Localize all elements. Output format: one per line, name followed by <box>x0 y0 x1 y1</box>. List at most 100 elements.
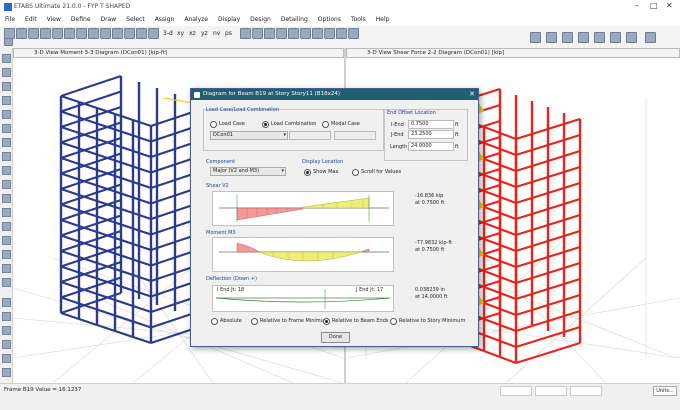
redo-icon[interactable] <box>52 28 63 39</box>
load-case-radio[interactable] <box>210 121 217 128</box>
view-options-icon[interactable] <box>252 28 263 39</box>
status-coord-box[interactable] <box>570 386 602 396</box>
undo-icon[interactable] <box>40 28 51 39</box>
draw-slab-icon[interactable] <box>610 32 621 43</box>
units-button[interactable]: Units... <box>653 386 677 396</box>
i-end-field[interactable]: 0.7500 <box>408 120 454 129</box>
done-button[interactable]: Done <box>321 332 350 343</box>
j-end-field[interactable]: 23.2500 <box>408 130 454 139</box>
view-3d-button[interactable]: 3-d <box>163 30 173 37</box>
show-max-radio[interactable] <box>304 169 311 176</box>
draw-dimension-icon[interactable] <box>2 180 11 189</box>
run-analysis-icon[interactable] <box>88 28 99 39</box>
snap-icon[interactable] <box>2 354 11 363</box>
menu-design[interactable]: Design <box>245 14 276 25</box>
save-icon[interactable] <box>28 28 39 39</box>
modal-case-radio[interactable] <box>322 121 329 128</box>
zoom-out-icon[interactable] <box>112 28 123 39</box>
draw-frame-icon[interactable] <box>530 32 541 43</box>
draw-opening-tool-icon[interactable] <box>2 236 11 245</box>
relative-frame-min-radio[interactable] <box>251 318 258 325</box>
menu-options[interactable]: Options <box>313 14 346 25</box>
show-forces-icon[interactable] <box>312 28 323 39</box>
status-story-box[interactable] <box>500 386 532 396</box>
draw-area-icon[interactable] <box>2 152 11 161</box>
quick-draw-icon[interactable] <box>2 138 11 147</box>
view-xy-button[interactable]: xy <box>177 30 184 37</box>
menu-define[interactable]: Define <box>66 14 96 25</box>
snap-options-icon[interactable] <box>2 368 11 377</box>
menu-file[interactable]: File <box>0 14 20 25</box>
draw-section-icon[interactable] <box>2 208 11 217</box>
menu-display[interactable]: Display <box>213 14 245 25</box>
zoom-in-icon[interactable] <box>100 28 111 39</box>
draw-poly-icon[interactable] <box>2 110 11 119</box>
view-yz-button[interactable]: yz <box>201 30 208 37</box>
menu-detailing[interactable]: Detailing <box>276 14 313 25</box>
menu-analyze[interactable]: Analyze <box>179 14 213 25</box>
draw-grid-tool-icon[interactable] <box>2 278 11 287</box>
load-combination-select[interactable]: DCon01 ▾ <box>210 131 288 140</box>
menu-view[interactable]: View <box>42 14 66 25</box>
select-pointer-icon[interactable] <box>4 38 13 46</box>
draw-column-icon[interactable] <box>546 32 557 43</box>
clear-selection-icon[interactable] <box>2 326 11 335</box>
draw-grid-icon[interactable] <box>645 32 656 43</box>
view-nv-button[interactable]: nv <box>213 30 220 37</box>
draw-reference-icon[interactable] <box>2 194 11 203</box>
beam-line <box>165 192 182 200</box>
status-global-box[interactable] <box>535 386 567 396</box>
dialog-close-icon[interactable]: ✕ <box>469 89 475 100</box>
minimize-icon[interactable]: – <box>635 1 639 10</box>
draw-beam-icon[interactable] <box>562 32 573 43</box>
draw-link-icon[interactable] <box>2 166 11 175</box>
menu-edit[interactable]: Edit <box>20 14 42 25</box>
open-icon[interactable] <box>16 28 27 39</box>
section-cut-icon[interactable] <box>240 28 251 39</box>
pan-icon[interactable] <box>148 28 159 39</box>
maximize-icon[interactable]: □ <box>650 1 658 10</box>
refresh-icon[interactable] <box>64 28 75 39</box>
draw-strip-icon[interactable] <box>2 264 11 273</box>
draw-wall-stack-icon[interactable] <box>2 222 11 231</box>
draw-rect-icon[interactable] <box>2 124 11 133</box>
menu-select[interactable]: Select <box>121 14 150 25</box>
draw-wall-icon[interactable] <box>594 32 605 43</box>
menu-help[interactable]: Help <box>371 14 395 25</box>
select-all-icon[interactable] <box>2 298 11 307</box>
draw-line-icon[interactable] <box>2 96 11 105</box>
absolute-radio[interactable] <box>211 318 218 325</box>
load-combination-radio[interactable] <box>262 121 269 128</box>
scroll-values-radio[interactable] <box>352 169 359 176</box>
relative-story-min-radio[interactable] <box>390 318 397 325</box>
beam-line <box>60 280 80 290</box>
menu-tools[interactable]: Tools <box>346 14 371 25</box>
steel-design-icon[interactable] <box>336 28 347 39</box>
draw-point-icon[interactable] <box>2 82 11 91</box>
show-loads-icon[interactable] <box>300 28 311 39</box>
show-undeformed-icon[interactable] <box>288 28 299 39</box>
set-display-icon[interactable] <box>276 28 287 39</box>
get-previous-icon[interactable] <box>2 312 11 321</box>
zoom-fit-icon[interactable] <box>136 28 147 39</box>
pointer-icon[interactable] <box>2 54 11 63</box>
intersecting-line-icon[interactable] <box>2 340 11 349</box>
show-deformed-icon[interactable] <box>324 28 335 39</box>
lock-icon[interactable] <box>76 28 87 39</box>
reshape-icon[interactable] <box>2 68 11 77</box>
draw-brace-icon[interactable] <box>578 32 589 43</box>
beam-line <box>90 126 107 134</box>
object-shrink-icon[interactable] <box>264 28 275 39</box>
view-ps-button[interactable]: ps <box>225 30 232 37</box>
relative-beam-ends-radio[interactable] <box>323 318 330 325</box>
draw-opening-icon[interactable] <box>626 32 637 43</box>
draw-tendon-icon[interactable] <box>2 250 11 259</box>
close-icon[interactable]: ✕ <box>666 1 673 10</box>
menu-assign[interactable]: Assign <box>150 14 180 25</box>
menu-draw[interactable]: Draw <box>96 14 122 25</box>
component-select[interactable]: Major (V2 and M3) ▾ <box>210 167 286 176</box>
zoom-window-icon[interactable] <box>124 28 135 39</box>
view-xz-button[interactable]: xz <box>189 30 196 37</box>
beam-line <box>531 351 549 360</box>
concrete-design-icon[interactable] <box>348 28 359 39</box>
